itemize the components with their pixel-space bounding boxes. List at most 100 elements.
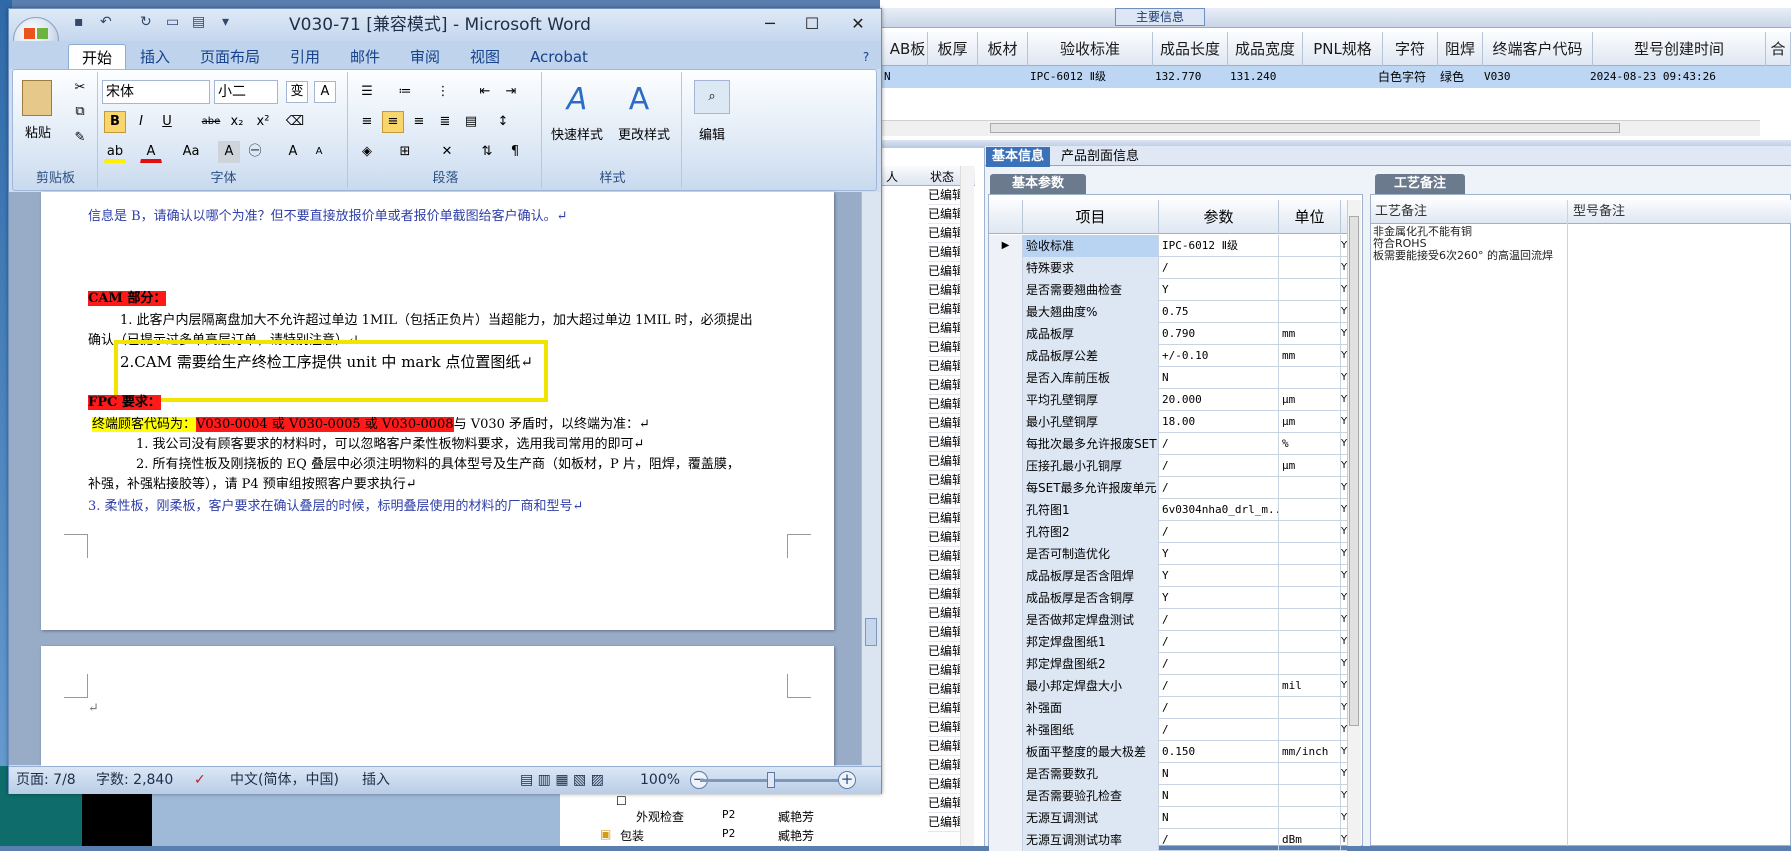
row-selector[interactable] [989, 741, 1023, 763]
row-selector[interactable] [989, 785, 1023, 807]
quick-styles-icon[interactable]: A [562, 82, 592, 117]
document-vertical-scrollbar[interactable] [861, 192, 881, 765]
show-marks-icon[interactable]: ¶ [504, 141, 526, 163]
font-name-select[interactable]: 宋体 [102, 80, 210, 104]
zoom-level[interactable]: 100% [640, 766, 680, 794]
param-row[interactable]: 成品板厚是否含铜厚 Y Y [989, 587, 1347, 609]
col-header-standard[interactable]: 验收标准 [1028, 32, 1153, 66]
strikethrough-button[interactable]: abe [200, 111, 222, 133]
param-row[interactable]: 板面平整度的最大极差 0.150 mm/inch Y [989, 741, 1347, 763]
row-selector[interactable] [989, 675, 1023, 697]
numbering-icon[interactable]: ≔ [394, 81, 416, 103]
param-row[interactable]: 邦定焊盘图纸1/Y [989, 631, 1347, 653]
grow-font-button[interactable]: A [282, 141, 304, 163]
format-painter-icon[interactable]: ✎ [70, 130, 90, 145]
row-selector[interactable] [989, 763, 1023, 785]
word-count[interactable]: 字数: 2,840 [96, 766, 173, 794]
close-button[interactable]: ✕ [838, 12, 878, 36]
change-case-button[interactable]: Aa [176, 141, 206, 163]
character-shading-icon[interactable]: A [218, 141, 240, 163]
row-selector[interactable] [989, 521, 1023, 543]
tab-acrobat[interactable]: Acrobat [524, 44, 594, 70]
tree-item-name[interactable]: 包装 [620, 827, 644, 844]
header-person[interactable]: 人 [886, 168, 898, 185]
param-row[interactable]: 成品板厚公差 +/-0.10 mm Y [989, 345, 1347, 367]
param-row[interactable]: 无源互调测试功率 / dBm Y [989, 829, 1347, 851]
param-row[interactable]: 是否需要翘曲检查 Y Y [989, 279, 1347, 301]
editing-button[interactable]: 编辑 [688, 124, 736, 143]
row-selector[interactable] [989, 653, 1023, 675]
param-row[interactable]: 补强面 / Y [989, 697, 1347, 719]
table-row[interactable]: N IPC-6012 Ⅱ级 132.770 131.240 白色字符 绿色 V0… [880, 66, 1791, 88]
param-row[interactable]: 最小邦定焊盘大小 / mil Y [989, 675, 1347, 697]
process-list-scrollbar[interactable] [960, 166, 974, 846]
shading-icon[interactable]: ◈ [356, 141, 378, 163]
param-row[interactable]: 成品板厚 0.790 mm Y [989, 323, 1347, 345]
row-selector[interactable] [989, 631, 1023, 653]
params-scroll-thumb[interactable] [1349, 216, 1359, 726]
col-header-created[interactable]: 型号创建时间 [1593, 32, 1766, 66]
tab-references[interactable]: 引用 [280, 44, 330, 70]
row-selector[interactable] [989, 697, 1023, 719]
borders-icon[interactable]: ⊞ [394, 141, 416, 163]
param-row[interactable]: 最小孔壁铜厚 18.00 μm Y [989, 411, 1347, 433]
clear-format-icon[interactable]: ⌫ [284, 111, 306, 133]
param-row[interactable]: 压接孔最小孔铜厚 / μm Y [989, 455, 1347, 477]
col-header-model[interactable]: 型号备注 [1569, 200, 1625, 224]
col-header-item[interactable]: 项目 [1023, 200, 1159, 234]
align-center-icon[interactable]: ≡ [382, 111, 404, 133]
justify-icon[interactable]: ≣ [434, 111, 456, 133]
align-left-icon[interactable]: ≡ [356, 111, 378, 133]
param-row[interactable]: 是否需要验孔检查 N Y [989, 785, 1347, 807]
increase-indent-icon[interactable]: ⇥ [500, 81, 522, 103]
param-row[interactable]: 补强图纸 / Y [989, 719, 1347, 741]
enclose-characters-icon[interactable]: ㊀ [244, 141, 266, 163]
row-selector[interactable] [989, 257, 1023, 279]
zoom-slider-thumb[interactable] [767, 772, 775, 788]
tab-page-layout[interactable]: 页面布局 [190, 44, 270, 70]
param-row[interactable]: 无源互调测试 N Y [989, 807, 1347, 829]
redo-icon[interactable]: ↻ [140, 14, 152, 30]
font-color-button[interactable]: A [140, 141, 162, 163]
highlight-icon[interactable]: ab [104, 141, 126, 163]
decrease-indent-icon[interactable]: ⇤ [474, 81, 496, 103]
help-icon[interactable]: ? [858, 44, 874, 70]
line-spacing-icon[interactable]: ↕ [492, 111, 514, 133]
document-page[interactable] [41, 646, 834, 766]
tab-review[interactable]: 审阅 [400, 44, 450, 70]
row-selector[interactable] [989, 499, 1023, 521]
col-header-param[interactable]: 参数 [1159, 200, 1279, 234]
param-row[interactable]: 最大翘曲度% 0.75 Y [989, 301, 1347, 323]
craft-note-text[interactable]: 非金属化孔不能有铜 符合ROHS 板需要能接受6次260° 的高温回流焊 [1373, 226, 1563, 262]
row-selector[interactable] [989, 477, 1023, 499]
tab-basic-info[interactable]: 基本信息 [986, 147, 1051, 167]
col-header-pnl[interactable]: PNL规格 [1303, 32, 1383, 66]
col-header-ab[interactable]: AB板 [888, 32, 928, 66]
col-header-mask[interactable]: 阻焊 [1438, 32, 1483, 66]
row-selector[interactable] [989, 367, 1023, 389]
param-row[interactable]: 孔符图1 6v0304nha0_drl_m... Y [989, 499, 1347, 521]
tab-craft-notes[interactable]: 工艺备注 [1375, 174, 1465, 194]
row-selector[interactable] [989, 609, 1023, 631]
sort-icon[interactable]: ⇅ [476, 141, 498, 163]
tab-home[interactable]: 开始 [68, 44, 126, 70]
param-row[interactable]: 孔符图2/Y [989, 521, 1347, 543]
row-selector[interactable] [989, 279, 1023, 301]
tab-mailings[interactable]: 邮件 [340, 44, 390, 70]
spelling-icon[interactable]: ✓ [194, 766, 206, 794]
paste-icon[interactable] [22, 80, 52, 116]
paste-button[interactable]: 粘贴 [16, 122, 60, 141]
tree-item-name[interactable]: 外观检查 [636, 808, 684, 825]
align-right-icon[interactable]: ≡ [408, 111, 430, 133]
page-count[interactable]: 页面: 7/8 [16, 766, 76, 794]
grid-caption[interactable]: 主要信息 [1115, 8, 1205, 26]
find-icon[interactable]: ⌕ [694, 80, 730, 114]
row-selector[interactable] [989, 389, 1023, 411]
distributed-icon[interactable]: ▤ [460, 111, 482, 133]
zoom-in-icon[interactable]: + [838, 771, 856, 789]
row-selector[interactable] [989, 433, 1023, 455]
minimize-button[interactable]: ─ [750, 12, 790, 36]
param-row[interactable]: 平均孔壁铜厚 20.000 μm Y [989, 389, 1347, 411]
row-selector[interactable] [989, 301, 1023, 323]
col-header-unit[interactable]: 单位 [1279, 200, 1341, 234]
